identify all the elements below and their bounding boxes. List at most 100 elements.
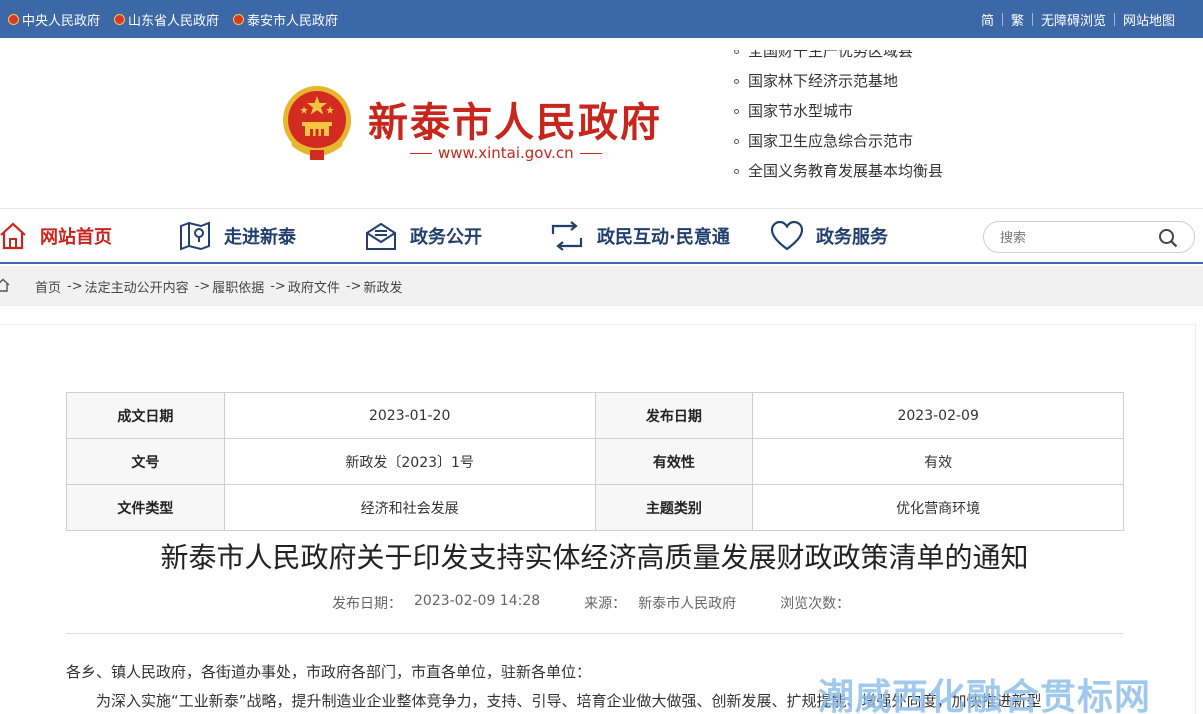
- bullet-icon: [734, 78, 739, 84]
- breadcrumb-bar: 首页 -> 法定主动公开内容 -> 履职依据 -> 政府文件 -> 新政发: [0, 266, 1203, 306]
- source-label: 来源：: [584, 596, 627, 612]
- exchange-icon: [551, 221, 583, 251]
- top-links-right: 简 繁 无障碍浏览 网站地图: [981, 0, 1175, 38]
- nav-about[interactable]: 走进新泰: [178, 209, 296, 263]
- divider: [66, 633, 1124, 634]
- view-count: 浏览次数：: [780, 593, 850, 613]
- honor-item[interactable]: 国家林下经济示范基地: [734, 66, 943, 96]
- nav-label: 政务服务: [816, 227, 888, 248]
- top-link-shandong-gov[interactable]: 山东省人民政府: [114, 10, 219, 29]
- nav-gov-affairs[interactable]: 政务公开: [364, 209, 482, 263]
- honors-scroller: 全国财干生产优势区域县 国家林下经济示范基地 国家节水型城市 国家卫生应急综合示…: [734, 50, 974, 180]
- site-url: www.xintai.gov.cn: [410, 144, 602, 162]
- top-link-label: 泰安市人民政府: [247, 13, 339, 29]
- publish-date-label: 发布日期：: [332, 596, 402, 612]
- document-meta-table: 成文日期 2023-01-20 发布日期 2023-02-09 文号 新政发〔2…: [66, 392, 1124, 531]
- divider: [1113, 12, 1115, 26]
- table-row: 文号 新政发〔2023〕1号 有效性 有效: [66, 438, 1124, 485]
- breadcrumb-separator: ->: [345, 278, 362, 294]
- main-nav: 网站首页 走进新泰 政务公开 政民互动·民意通 政务服务: [0, 208, 1203, 264]
- honor-label: 全国财干生产优势区域县: [748, 50, 914, 60]
- breadcrumb-item[interactable]: 法定主动公开内容: [85, 277, 189, 296]
- top-links-left: 中央人民政府 山东省人民政府 泰安市人民政府: [8, 0, 338, 38]
- nav-label: 政务公开: [410, 227, 482, 248]
- nav-interaction[interactable]: 政民互动·民意通: [549, 209, 730, 263]
- nav-label: 网站首页: [40, 227, 112, 248]
- emblem-icon: [114, 13, 126, 25]
- simplified-chinese-link[interactable]: 简: [981, 10, 994, 29]
- mail-icon: [366, 222, 396, 250]
- honor-item[interactable]: 全国义务教育发展基本均衡县: [734, 156, 943, 180]
- honor-item[interactable]: 全国财干生产优势区域县: [734, 50, 943, 66]
- document-title: 新泰市人民政府关于印发支持实体经济高质量发展财政政策清单的通知: [160, 541, 1029, 574]
- bullet-icon: [734, 138, 739, 144]
- heart-icon: [770, 220, 804, 251]
- national-emblem-icon[interactable]: [280, 84, 354, 162]
- top-link-central-gov[interactable]: 中央人民政府: [8, 10, 100, 29]
- source: 来源： 新泰市人民政府: [584, 593, 736, 613]
- site-name[interactable]: 新泰市人民政府: [368, 90, 662, 148]
- bullet-icon: [734, 108, 739, 114]
- honor-label: 国家卫生应急综合示范市: [748, 132, 914, 150]
- meta-value: 新政发〔2023〕1号: [223, 438, 596, 485]
- bullet-icon: [734, 50, 739, 54]
- document-info: 发布日期： 2023-02-09 14:28 来源： 新泰市人民政府 浏览次数：: [332, 593, 850, 613]
- meta-value: 2023-01-20: [223, 392, 596, 439]
- meta-value: 2023-02-09: [752, 392, 1124, 439]
- meta-key: 发布日期: [594, 392, 754, 439]
- top-bar: 中央人民政府 山东省人民政府 泰安市人民政府 简 繁 无障碍浏览 网站地图: [0, 0, 1203, 38]
- nav-label: 走进新泰: [224, 227, 296, 248]
- accessibility-link[interactable]: 无障碍浏览: [1041, 10, 1106, 29]
- meta-key: 主题类别: [594, 484, 754, 531]
- home-icon: [0, 278, 10, 292]
- nav-services[interactable]: 政务服务: [770, 209, 888, 263]
- divider: [579, 152, 602, 154]
- breadcrumb-item[interactable]: 履职依据: [212, 277, 264, 296]
- meta-value: 优化营商环境: [752, 484, 1124, 531]
- watermark: 潮威西化融合贯标网: [818, 677, 1152, 714]
- meta-key: 文件类型: [66, 484, 225, 531]
- nav-label: 政民互动·民意通: [597, 227, 730, 248]
- site-url-text: www.xintai.gov.cn: [438, 144, 574, 162]
- top-link-label: 山东省人民政府: [128, 13, 220, 29]
- top-link-label: 中央人民政府: [22, 13, 101, 29]
- site-header: 新泰市人民政府 www.xintai.gov.cn 全国财干生产优势区域县 国家…: [0, 38, 1203, 206]
- home-icon: [0, 222, 26, 250]
- breadcrumb-separator: ->: [270, 278, 286, 294]
- honor-label: 全国义务教育发展基本均衡县: [748, 162, 944, 180]
- honor-label: 国家林下经济示范基地: [748, 72, 899, 90]
- table-row: 成文日期 2023-01-20 发布日期 2023-02-09: [66, 392, 1124, 439]
- sitemap-link[interactable]: 网站地图: [1123, 10, 1175, 29]
- emblem-icon: [233, 13, 245, 25]
- table-row: 文件类型 经济和社会发展 主题类别 优化营商环境: [66, 484, 1124, 531]
- divider: [1031, 12, 1033, 26]
- top-link-taian-gov[interactable]: 泰安市人民政府: [233, 10, 338, 29]
- divider: [410, 152, 432, 154]
- meta-key: 有效性: [594, 438, 754, 485]
- search-box: [983, 221, 1195, 253]
- search-input[interactable]: [1000, 228, 1150, 248]
- emblem-icon: [8, 13, 19, 25]
- meta-key: 文号: [66, 438, 225, 485]
- traditional-chinese-link[interactable]: 繁: [1011, 10, 1024, 29]
- honor-item[interactable]: 国家节水型城市: [734, 96, 943, 126]
- meta-key: 成文日期: [66, 392, 225, 439]
- view-count-label: 浏览次数：: [780, 596, 851, 612]
- map-icon: [180, 221, 210, 251]
- divider: [1001, 12, 1003, 26]
- breadcrumb-item[interactable]: 新政发: [363, 277, 402, 296]
- breadcrumb: 首页 -> 法定主动公开内容 -> 履职依据 -> 政府文件 -> 新政发: [35, 266, 402, 306]
- breadcrumb-item[interactable]: 首页: [35, 277, 61, 296]
- breadcrumb-separator: ->: [194, 278, 211, 294]
- source-value: 新泰市人民政府: [638, 596, 737, 612]
- meta-value: 经济和社会发展: [223, 484, 596, 531]
- breadcrumb-separator: ->: [67, 278, 83, 294]
- publish-date-value: 2023-02-09 14:28: [414, 593, 541, 609]
- breadcrumb-item[interactable]: 政府文件: [288, 277, 340, 296]
- bullet-icon: [734, 168, 739, 174]
- search-icon[interactable]: [1158, 228, 1178, 248]
- meta-value: 有效: [752, 438, 1124, 485]
- publish-date: 发布日期： 2023-02-09 14:28: [332, 593, 540, 613]
- honor-item[interactable]: 国家卫生应急综合示范市: [734, 126, 943, 156]
- nav-home[interactable]: 网站首页: [0, 209, 112, 263]
